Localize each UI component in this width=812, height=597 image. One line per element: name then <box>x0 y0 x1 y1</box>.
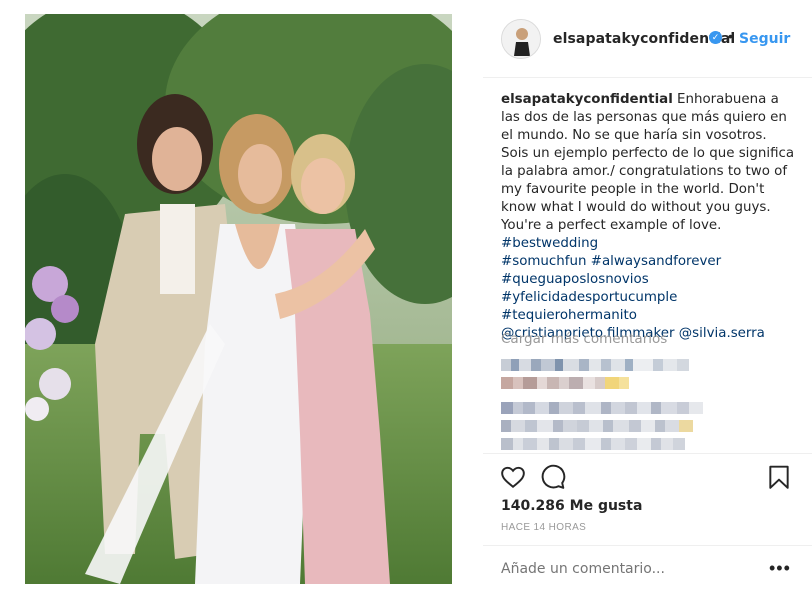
post-timestamp[interactable]: HACE 14 HORAS <box>501 522 586 533</box>
follow-button[interactable]: Seguir <box>739 31 790 47</box>
likes-count[interactable]: 140.286 Me gusta <box>501 498 642 514</box>
post-caption: elsapatakyconfidential Enhorabuena a las… <box>501 91 795 343</box>
post-actions <box>483 460 812 496</box>
instagram-post: elsapatakyconfidential ✓ • Seguir elsapa… <box>0 0 812 597</box>
hashtag[interactable]: #tequierohermanito <box>501 308 637 323</box>
caption-username[interactable]: elsapatakyconfidential <box>501 92 673 107</box>
comment-divider <box>483 545 812 546</box>
post-header: elsapatakyconfidential ✓ • Seguir <box>483 14 803 66</box>
pixelated-comment <box>501 377 629 389</box>
avatar[interactable] <box>501 19 541 59</box>
pixelated-comment <box>501 420 693 432</box>
wedding-photo-illustration <box>25 14 452 584</box>
header-separator: • <box>728 28 733 44</box>
pixelated-comment <box>501 438 685 450</box>
more-options-button[interactable]: ••• <box>769 559 791 577</box>
post-photo[interactable] <box>25 14 452 584</box>
pixelated-comment <box>501 402 703 414</box>
post-side-panel: elsapatakyconfidential ✓ • Seguir elsapa… <box>483 0 812 597</box>
caption-text: Enhorabuena a las dos de las personas qu… <box>501 92 795 233</box>
avatar-image-icon <box>502 20 540 58</box>
heart-icon[interactable] <box>500 464 526 490</box>
pixelated-comment <box>501 359 689 371</box>
hashtag[interactable]: #bestwedding <box>501 236 598 251</box>
hashtag[interactable]: #yfelicidadesportucumple <box>501 290 677 305</box>
hashtag[interactable]: #queguaposlosnovios <box>501 272 649 287</box>
comment-input[interactable] <box>501 561 751 577</box>
comment-icon[interactable] <box>540 464 566 490</box>
comments-divider <box>483 453 812 454</box>
mention[interactable]: @silvia.serra <box>679 326 765 341</box>
hashtag[interactable]: #alwaysandforever <box>591 254 721 269</box>
load-more-comments-button[interactable]: Cargar más comentarios <box>501 331 667 347</box>
header-divider <box>483 77 812 78</box>
header-username[interactable]: elsapatakyconfidential <box>553 31 735 47</box>
hashtag[interactable]: #somuchfun <box>501 254 586 269</box>
bookmark-icon[interactable] <box>766 464 792 490</box>
verified-badge-icon: ✓ <box>709 31 722 44</box>
